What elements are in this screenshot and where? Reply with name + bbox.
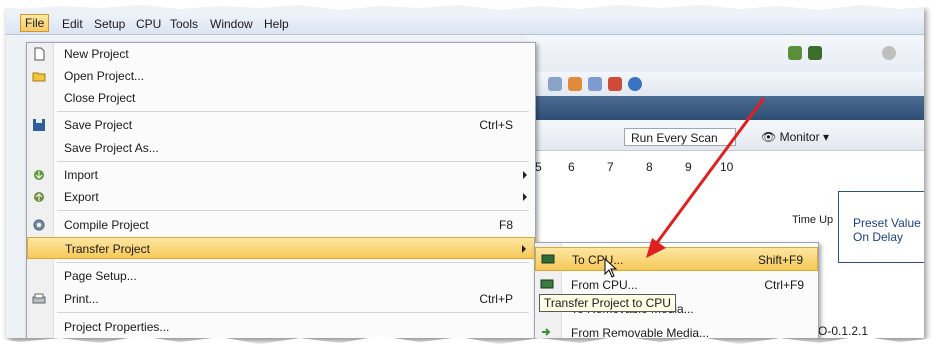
- app-window: Run Every Scan 👁 Monitor ▾ 5 6 7 8 9 10 …: [6, 6, 924, 338]
- annotation-arrow: [646, 97, 766, 258]
- torn-edge-bottom: [0, 336, 936, 352]
- torn-edge-top: [0, 0, 936, 10]
